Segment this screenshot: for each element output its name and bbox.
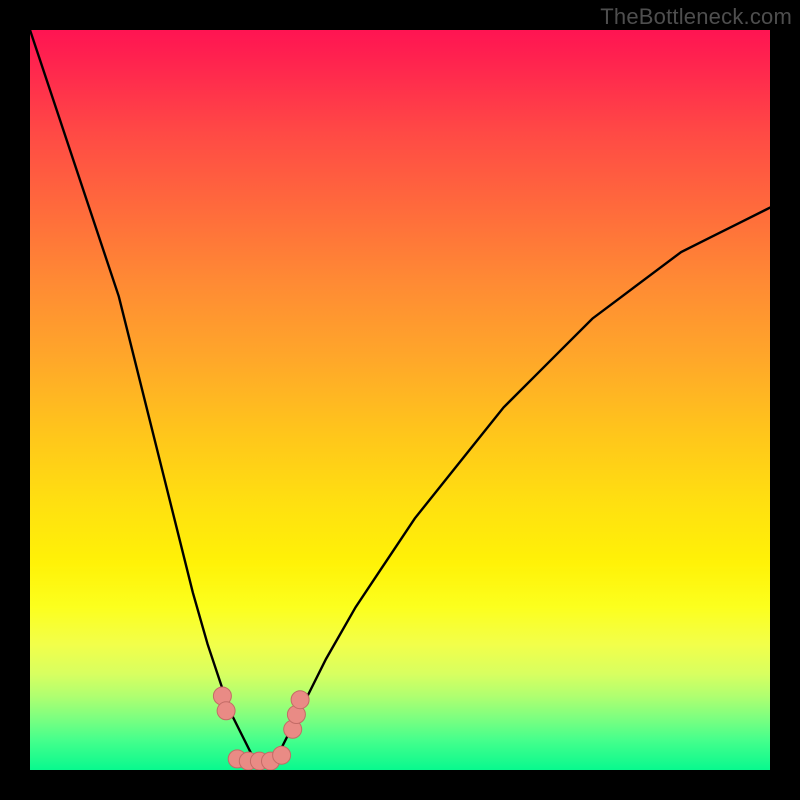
curve-marker: [217, 702, 235, 720]
curve-marker: [291, 691, 309, 709]
curve-markers: [213, 687, 309, 770]
curve-marker: [273, 746, 291, 764]
bottleneck-curve-svg: [30, 30, 770, 770]
watermark-text: TheBottleneck.com: [600, 4, 792, 30]
chart-frame: TheBottleneck.com: [0, 0, 800, 800]
bottleneck-curve-path: [30, 30, 770, 763]
plot-area: [30, 30, 770, 770]
